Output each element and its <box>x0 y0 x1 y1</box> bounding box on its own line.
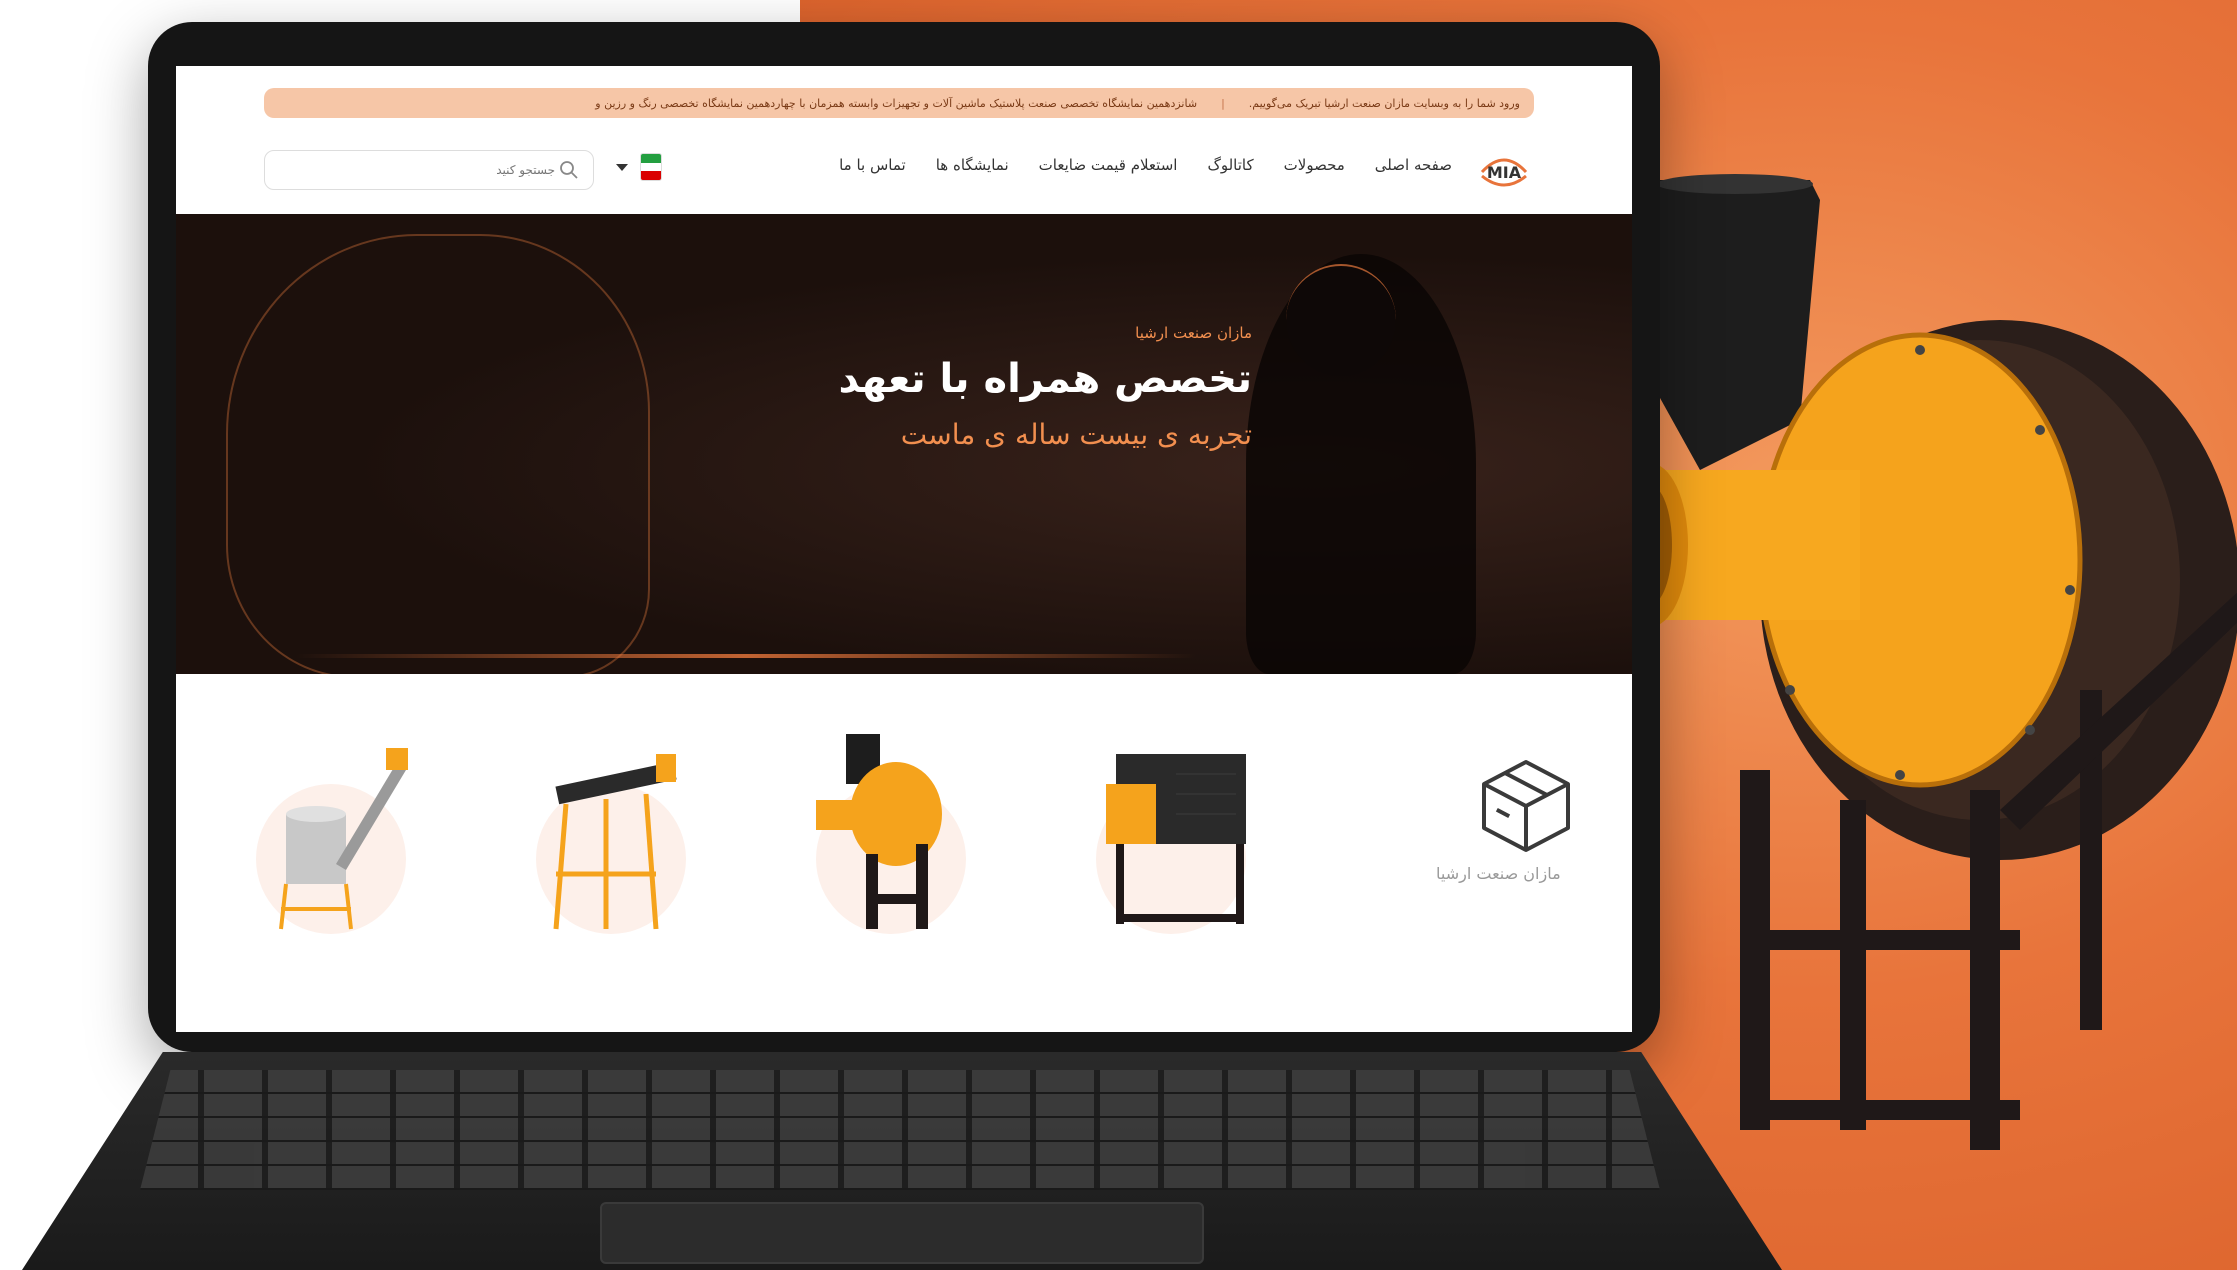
language-selector[interactable] <box>616 152 676 182</box>
hero-eyebrow: مازان صنعت ارشیا <box>1135 324 1252 342</box>
stand-frame-image <box>553 754 677 930</box>
laptop-frame: ورود شما را به وبسایت مازان صنعت ارشیا ت… <box>148 22 1660 1052</box>
nav-catalog[interactable]: کاتالوگ <box>1207 156 1253 174</box>
announcement-separator: | <box>1221 96 1225 110</box>
trackpad <box>600 1202 1204 1264</box>
hero-subtitle: تجربه ی بیست ساله ی ماست <box>900 418 1252 451</box>
announcement-text-1: ورود شما را به وبسایت مازان صنعت ارشیا ت… <box>1248 96 1520 110</box>
svg-text:MIA: MIA <box>1487 163 1522 182</box>
category-card-stand[interactable] <box>526 734 686 934</box>
hero-title: تخصص همراه با تعهد <box>838 356 1252 402</box>
keyboard-rows <box>140 1070 1660 1190</box>
site-header: MIA صفحه اصلی محصولات کاتالوگ استعلام قی… <box>176 124 1632 215</box>
nav-products[interactable]: محصولات <box>1284 156 1345 174</box>
search-box <box>264 150 594 190</box>
nav-home[interactable]: صفحه اصلی <box>1375 156 1452 174</box>
mia-logo[interactable]: MIA <box>1476 142 1532 198</box>
laptop-screen: ورود شما را به وبسایت مازان صنعت ارشیا ت… <box>176 66 1632 1032</box>
box-machine-image <box>1106 754 1246 924</box>
blower-fan-image <box>816 734 942 929</box>
laptop-keyboard <box>0 1052 2237 1270</box>
mixer-machine-image <box>279 748 408 930</box>
category-card-box[interactable] <box>1086 734 1246 934</box>
blower-machine-image <box>1640 174 2237 1150</box>
hero-text-block: مازان صنعت ارشیا تخصص همراه با تعهد تجرب… <box>838 324 1252 451</box>
iran-flag-icon <box>640 153 662 181</box>
helmet-silhouette <box>1286 264 1396 376</box>
hero-banner: مازان صنعت ارشیا تخصص همراه با تعهد تجرب… <box>176 214 1632 674</box>
chevron-down-icon <box>616 163 628 171</box>
nav-scrap-price[interactable]: استعلام قیمت ضایعات <box>1039 156 1178 174</box>
announcement-text-2: شانزدهمین نمایشگاه تخصصی صنعت پلاستیک ما… <box>595 96 1198 110</box>
category-card-mixer[interactable] <box>246 734 408 934</box>
worker-outline-decoration <box>226 234 650 674</box>
nav-contact[interactable]: تماس با ما <box>839 156 906 174</box>
category-card-blower[interactable] <box>806 734 966 934</box>
box-icon <box>1482 760 1570 852</box>
search-icon[interactable] <box>557 158 581 182</box>
glow-line <box>296 654 1196 658</box>
categories-section: مازان صنعت ارشیا <box>176 674 1632 1032</box>
categories-label: مازان صنعت ارشیا <box>1436 864 1561 883</box>
announcement-bar: ورود شما را به وبسایت مازان صنعت ارشیا ت… <box>264 88 1534 118</box>
main-nav: صفحه اصلی محصولات کاتالوگ استعلام قیمت ض… <box>839 156 1452 174</box>
search-input[interactable] <box>303 162 557 178</box>
nav-exhibitions[interactable]: نمایشگاه ها <box>936 156 1009 174</box>
